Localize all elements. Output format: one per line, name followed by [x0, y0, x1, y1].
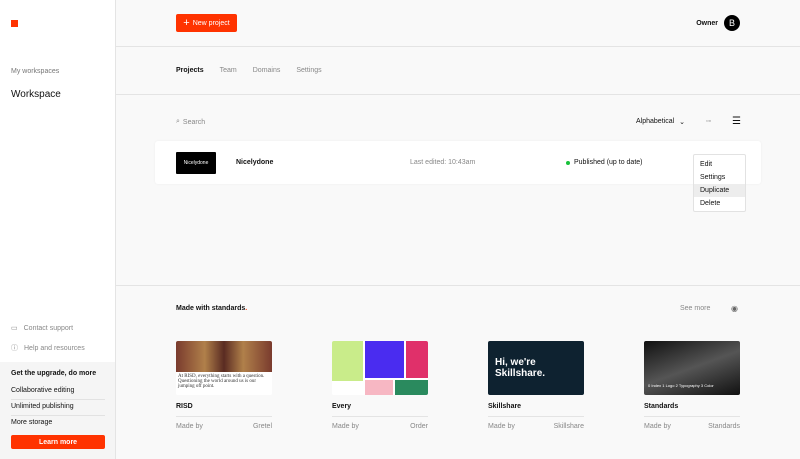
made-by-value: Skillshare	[553, 423, 584, 430]
upgrade-title: Get the upgrade, do more	[11, 370, 97, 377]
made-with-standards-section: Made with standards. See more ◉ At RISD,…	[116, 285, 800, 459]
status-badge: Published (up to date)	[566, 159, 643, 166]
contact-support-label: Contact support	[23, 324, 74, 332]
upgrade-item: More storage	[11, 419, 53, 426]
menu-item-edit[interactable]: Edit	[694, 158, 745, 171]
made-by-label: Made by	[644, 423, 671, 430]
toolbar: ⌕ Search Alphabetical ⌄ ▫▫ ☰	[176, 116, 741, 128]
card-preview-text: Hi, we're Skillshare.	[495, 357, 546, 379]
help-icon: ⓘ	[11, 345, 18, 352]
new-project-label: New project	[192, 19, 230, 27]
last-edited: Last edited: 10:43am	[410, 159, 476, 166]
sort-label: Alphabetical	[636, 118, 675, 125]
made-by-value: Gretel	[252, 423, 272, 430]
sort-dropdown[interactable]: Alphabetical ⌄	[636, 118, 685, 126]
card-preview	[332, 341, 428, 395]
context-menu: Edit Settings Duplicate Delete	[693, 154, 746, 212]
card-preview-text: At RISD, everything starts with a questi…	[178, 374, 265, 389]
list-view-icon[interactable]: ☰	[732, 116, 741, 127]
card-name: Every	[332, 403, 428, 417]
menu-item-settings[interactable]: Settings	[694, 171, 745, 184]
plus-icon: +	[183, 17, 190, 29]
status-label: Published (up to date)	[574, 159, 643, 166]
menu-item-duplicate[interactable]: Duplicate	[694, 184, 745, 197]
account-menu[interactable]: Owner B	[696, 15, 740, 31]
chevron-down-icon: ⌄	[679, 119, 686, 126]
card-name: Standards	[644, 403, 740, 417]
search-input[interactable]: ⌕ Search	[176, 118, 205, 126]
card-preview: Hi, we're Skillshare.	[488, 341, 584, 395]
showcase-card[interactable]: 0 Index 1 Logo 2 Typography 3 Color Stan…	[644, 341, 740, 430]
contact-support-link[interactable]: ▭ Contact support	[11, 324, 74, 333]
tab-team[interactable]: Team	[220, 67, 237, 74]
project-row[interactable]: Nicelydone Nicelydone Last edited: 10:43…	[155, 141, 761, 184]
grid-view-icon[interactable]: ▫▫	[706, 118, 711, 125]
card-name: RISD	[176, 403, 272, 417]
project-thumbnail: Nicelydone	[176, 152, 216, 174]
made-by-value: Order	[410, 423, 428, 430]
my-workspaces-label: My workspaces	[11, 68, 60, 75]
tab-domains[interactable]: Domains	[253, 67, 281, 74]
upgrade-item: Unlimited publishing	[11, 400, 105, 416]
showcase-card[interactable]: Every Made by Order	[332, 341, 428, 430]
header: + New project Owner B	[116, 0, 800, 47]
help-link[interactable]: ⓘ Help and resources	[11, 343, 85, 353]
project-name[interactable]: Nicelydone	[236, 159, 273, 166]
owner-label: Owner	[696, 19, 718, 27]
eye-icon[interactable]: ◉	[731, 304, 738, 313]
card-preview: At RISD, everything starts with a questi…	[176, 341, 272, 395]
logo[interactable]	[11, 20, 18, 27]
showcase-card[interactable]: Hi, we're Skillshare. Skillshare Made by…	[488, 341, 584, 430]
upgrade-item: Collaborative editing	[11, 384, 105, 400]
new-project-button[interactable]: + New project	[176, 14, 237, 32]
tab-projects[interactable]: Projects	[176, 67, 204, 74]
learn-more-button[interactable]: Learn more	[11, 435, 105, 449]
upgrade-panel: Get the upgrade, do more Collaborative e…	[0, 362, 115, 459]
card-preview: 0 Index 1 Logo 2 Typography 3 Color	[644, 341, 740, 395]
see-more-link[interactable]: See more	[680, 305, 710, 312]
showcase-card[interactable]: At RISD, everything starts with a questi…	[176, 341, 272, 430]
made-by-label: Made by	[332, 423, 359, 430]
search-icon: ⌕	[176, 118, 180, 125]
tabs: Projects Team Domains Settings	[116, 47, 800, 95]
chat-icon: ▭	[11, 325, 18, 332]
search-placeholder: Search	[182, 118, 206, 126]
tab-settings[interactable]: Settings	[296, 67, 321, 74]
sidebar: My workspaces Workspace ▭ Contact support…	[0, 0, 116, 459]
card-name: Skillshare	[488, 403, 584, 417]
avatar: B	[724, 15, 740, 31]
card-preview-text: 0 Index 1 Logo 2 Typography 3 Color	[648, 383, 714, 388]
made-by-label: Made by	[176, 423, 203, 430]
menu-item-delete[interactable]: Delete	[694, 197, 745, 210]
made-by-label: Made by	[488, 423, 515, 430]
workspace-link[interactable]: Workspace	[11, 89, 61, 100]
status-dot-icon	[566, 160, 570, 165]
section-title: Made with standards.	[176, 305, 248, 312]
made-by-value: Standards	[708, 423, 740, 430]
help-label: Help and resources	[24, 344, 85, 352]
